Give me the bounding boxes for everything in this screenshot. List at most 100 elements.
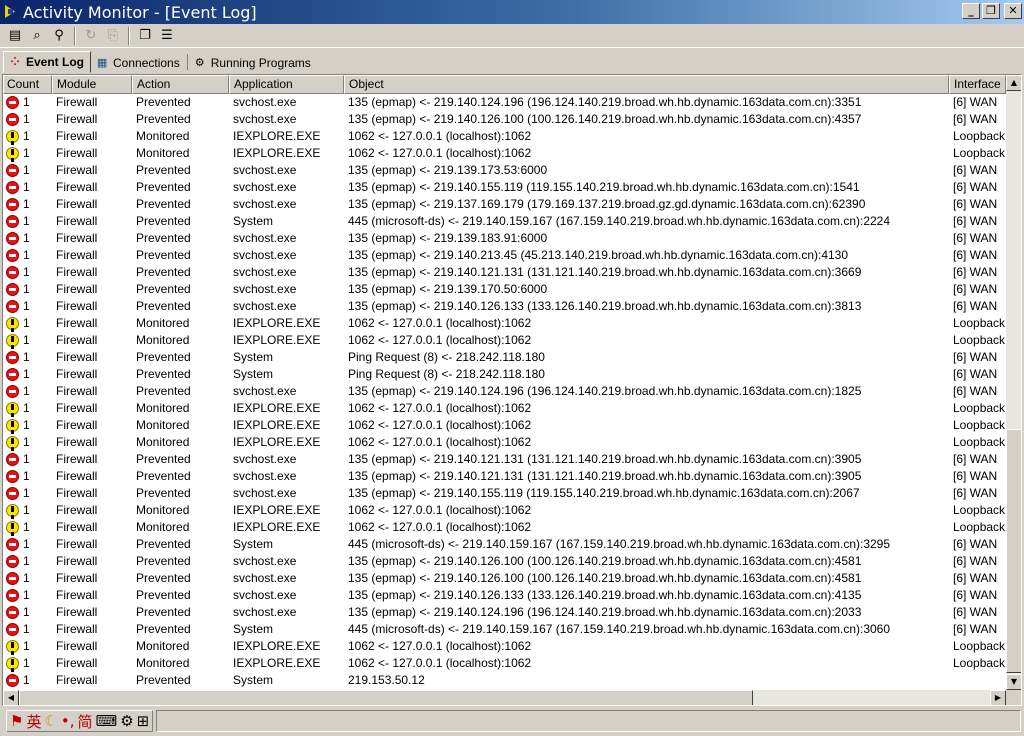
table-row[interactable]: 1 Firewall Prevented svchost.exe 135 (epmap)… (3, 230, 1006, 247)
cell-count: 1 (3, 502, 52, 519)
table-row[interactable]: 1 Firewall Prevented svchost.exe 135 (epmap)… (3, 247, 1006, 264)
list-header: Count Module Action Application Object I… (3, 75, 1006, 94)
column-header-application[interactable]: Application (229, 75, 344, 94)
table-row[interactable]: 1 Firewall Monitored IEXPLORE.EXE 1062 <- 12… (3, 400, 1006, 417)
table-row[interactable]: 1 Firewall Prevented System 445 (microsoft-d… (3, 213, 1006, 230)
table-row[interactable]: 1 Firewall Monitored IEXPLORE.EXE 1062 <- 12… (3, 332, 1006, 349)
restore-button[interactable]: ❐ (982, 3, 1000, 19)
title-bar[interactable]: Activity Monitor - [Event Log] _ ❐ ✕ (0, 0, 1024, 24)
column-header-object[interactable]: Object (344, 75, 949, 94)
table-row[interactable]: 1 Firewall Prevented System 219.153.50.12 (3, 672, 1006, 689)
refresh-button[interactable]: ↻ (80, 26, 102, 46)
count-value: 1 (23, 316, 30, 330)
app-icon[interactable] (3, 4, 19, 20)
scroll-right-button[interactable]: ▶ (990, 690, 1006, 705)
table-row[interactable]: 1 Firewall Prevented svchost.exe 135 (epmap)… (3, 111, 1006, 128)
vertical-scrollbar[interactable]: ▲ ▼ (1006, 75, 1021, 690)
table-row[interactable]: 1 Firewall Prevented svchost.exe 135 (epmap)… (3, 162, 1006, 179)
table-row[interactable]: 1 Firewall Prevented System Ping Request (8)… (3, 349, 1006, 366)
ime-help-icon[interactable]: ⊞ (137, 712, 150, 730)
cell-interface: [6] WAN (953, 554, 998, 568)
column-header-module[interactable]: Module (52, 75, 132, 94)
scroll-up-button[interactable]: ▲ (1006, 75, 1021, 91)
cell-action: Prevented (136, 486, 191, 500)
table-row[interactable]: 1 Firewall Prevented svchost.exe 135 (epmap)… (3, 94, 1006, 111)
table-row[interactable]: 1 Firewall Monitored IEXPLORE.EXE 1062 <- 12… (3, 145, 1006, 162)
table-row[interactable]: 1 Firewall Monitored IEXPLORE.EXE 1062 <- 12… (3, 519, 1006, 536)
tile-button[interactable]: ☰ (156, 26, 178, 46)
event-log-list[interactable]: Count Module Action Application Object I… (2, 74, 1022, 706)
ime-keyboard-icon[interactable]: ⌨ (96, 712, 118, 730)
vertical-scroll-thumb[interactable] (1006, 429, 1021, 673)
cell-module: Firewall (56, 554, 98, 568)
table-row[interactable]: 1 Firewall Prevented svchost.exe 135 (epmap)… (3, 570, 1006, 587)
cell-interface: [6] WAN (953, 452, 998, 466)
prevented-icon (6, 249, 19, 262)
properties-button[interactable]: ▤ (4, 26, 26, 46)
cell-count: 1 (3, 247, 52, 264)
ime-simplified-toggle[interactable]: 简 (78, 711, 93, 732)
table-row[interactable]: 1 Firewall Prevented svchost.exe 135 (epmap)… (3, 587, 1006, 604)
table-row[interactable]: 1 Firewall Prevented System 445 (microsoft-d… (3, 621, 1006, 638)
ime-tools-icon[interactable]: ⚙ (120, 712, 133, 730)
table-row[interactable]: 1 Firewall Monitored IEXPLORE.EXE 1062 <- 12… (3, 128, 1006, 145)
close-button[interactable]: ✕ (1004, 3, 1022, 19)
cell-interface: Loopback (953, 656, 1006, 670)
ime-toolbar[interactable]: ⚑ 英 ☾ •, 简 ⌨ ⚙ ⊞ (6, 710, 154, 732)
ime-language-toggle[interactable]: 英 (26, 711, 41, 732)
export-button[interactable]: ⎘ (102, 26, 124, 46)
table-row[interactable]: 1 Firewall Prevented svchost.exe 135 (epmap)… (3, 264, 1006, 281)
table-row[interactable]: 1 Firewall Prevented svchost.exe 135 (epmap)… (3, 604, 1006, 621)
cell-count: 1 (3, 638, 52, 655)
ime-logo-icon[interactable]: ⚑ (10, 712, 23, 730)
minimize-button[interactable]: _ (962, 3, 980, 19)
table-row[interactable]: 1 Firewall Prevented System 445 (microsoft-d… (3, 536, 1006, 553)
scroll-down-button[interactable]: ▼ (1006, 674, 1021, 690)
cell-object: 135 (epmap) <- 219.139.183.91:6000 (348, 231, 548, 245)
cell-application: svchost.exe (233, 265, 297, 279)
cell-action: Prevented (136, 571, 191, 585)
cell-interface: Loopback (953, 418, 1006, 432)
find-button[interactable]: ⌕ (26, 26, 48, 46)
column-header-action[interactable]: Action (132, 75, 229, 94)
table-row[interactable]: 1 Firewall Monitored IEXPLORE.EXE 1062 <- 12… (3, 417, 1006, 434)
count-value: 1 (23, 554, 30, 568)
table-row[interactable]: 1 Firewall Monitored IEXPLORE.EXE 1062 <- 12… (3, 315, 1006, 332)
ime-halfwidth-icon[interactable]: ☾ (44, 712, 57, 730)
table-row[interactable]: 1 Firewall Monitored IEXPLORE.EXE 1062 <- 12… (3, 502, 1006, 519)
table-row[interactable]: 1 Firewall Prevented System Ping Request (8)… (3, 366, 1006, 383)
table-row[interactable]: 1 Firewall Prevented svchost.exe 135 (epmap)… (3, 468, 1006, 485)
table-row[interactable]: 1 Firewall Prevented svchost.exe 135 (epmap)… (3, 196, 1006, 213)
cell-application: svchost.exe (233, 299, 297, 313)
count-value: 1 (23, 503, 30, 517)
count-value: 1 (23, 639, 30, 653)
table-row[interactable]: 1 Firewall Prevented svchost.exe 135 (epmap)… (3, 383, 1006, 400)
horizontal-scroll-thumb[interactable] (19, 690, 753, 705)
cascade-button[interactable]: ❐ (134, 26, 156, 46)
table-row[interactable]: 1 Firewall Prevented svchost.exe 135 (epmap)… (3, 485, 1006, 502)
table-row[interactable]: 1 Firewall Monitored IEXPLORE.EXE 1062 <- 12… (3, 638, 1006, 655)
count-value: 1 (23, 180, 30, 194)
tab-connections[interactable]: ▦ Connections (91, 52, 186, 73)
table-row[interactable]: 1 Firewall Prevented svchost.exe 135 (epmap)… (3, 281, 1006, 298)
table-row[interactable]: 1 Firewall Prevented svchost.exe 135 (epmap)… (3, 179, 1006, 196)
tab-running-programs[interactable]: ⚙ Running Programs (189, 52, 317, 73)
table-row[interactable]: 1 Firewall Prevented svchost.exe 135 (epmap)… (3, 298, 1006, 315)
table-row[interactable]: 1 Firewall Prevented svchost.exe 135 (epmap)… (3, 451, 1006, 468)
ime-punctuation-icon[interactable]: •, (61, 712, 75, 730)
monitored-icon (6, 402, 19, 415)
cell-action: Monitored (136, 146, 190, 160)
cell-count: 1 (3, 264, 52, 281)
tab-event-log[interactable]: ⁘ Event Log (3, 51, 92, 73)
column-header-count[interactable]: Count (3, 75, 52, 94)
column-header-interface[interactable]: Interface (949, 75, 1006, 94)
cell-module: Firewall (56, 248, 98, 262)
table-row[interactable]: 1 Firewall Prevented svchost.exe 135 (epmap)… (3, 553, 1006, 570)
table-row[interactable]: 1 Firewall Monitored IEXPLORE.EXE 1062 <- 12… (3, 655, 1006, 672)
cell-object: 1062 <- 127.0.0.1 (localhost):1062 (348, 316, 532, 330)
network-button[interactable]: ⚲ (48, 26, 70, 46)
horizontal-scrollbar[interactable]: ◀ ▶ (3, 690, 1006, 705)
table-row[interactable]: 1 Firewall Monitored IEXPLORE.EXE 1062 <- 12… (3, 434, 1006, 451)
scroll-left-button[interactable]: ◀ (3, 690, 19, 705)
cell-object: 1062 <- 127.0.0.1 (localhost):1062 (348, 418, 532, 432)
